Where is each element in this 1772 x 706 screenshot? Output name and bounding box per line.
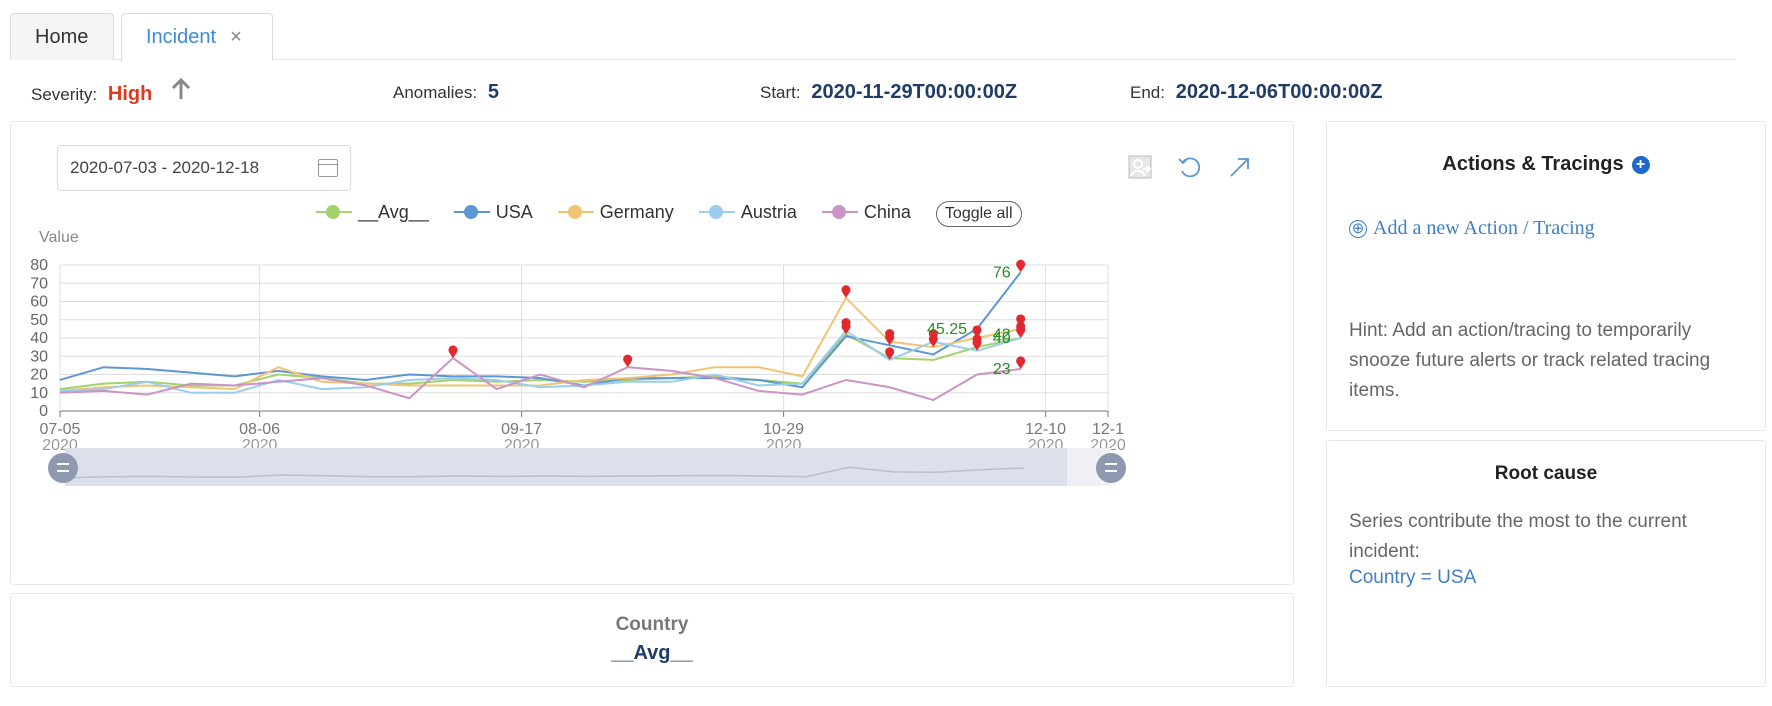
country-title: Country (615, 614, 689, 635)
hint-text: Hint: Add an action/tracing to temporari… (1349, 320, 1711, 401)
start-field: Start: 2020-11-29T00:00:00Z (760, 78, 1017, 106)
start-label: Start: (760, 83, 801, 102)
tab-incident-label: Incident (146, 26, 217, 48)
data-label: 23 (993, 361, 1011, 378)
y-tick-label: 40 (30, 330, 48, 347)
zoom-slider-track (65, 448, 1111, 486)
anomaly-marker (623, 354, 633, 368)
severity-field: Severity: High (31, 77, 191, 107)
add-action-label: Add a new Action / Tracing (1373, 217, 1595, 239)
severity-value: High (107, 83, 153, 105)
y-axis-title: Value (39, 229, 79, 246)
x-tick-label: 07-05 (40, 421, 81, 438)
chart-panel: 2020-07-03 - 2020-12-18 __Avg__ USA Germ… (10, 121, 1294, 585)
plus-circle-icon: ⊕ (1349, 220, 1367, 238)
root-cause-description: Series contribute the most to the curren… (1349, 511, 1687, 562)
severity-label: Severity: (31, 85, 98, 104)
y-tick-label: 30 (30, 348, 48, 365)
start-value: 2020-11-29T00:00:00Z (811, 81, 1018, 103)
tab-home[interactable]: Home (10, 13, 114, 60)
actions-panel: Actions & Tracings + ⊕ Add a new Action / … (1326, 121, 1766, 431)
anomaly-marker (1016, 325, 1026, 338)
y-tick-label: 50 (30, 312, 48, 329)
end-field: End: 2020-12-06T00:00:00Z (1130, 78, 1383, 106)
x-tick-label: 12-1 (1092, 421, 1124, 438)
y-tick-label: 20 (30, 367, 48, 384)
country-value: __Avg__ (611, 642, 693, 664)
anomaly-marker (1016, 259, 1026, 273)
country-panel: Country __Avg__ (10, 593, 1294, 687)
anomaly-marker (841, 285, 851, 298)
tab-home-label: Home (35, 26, 89, 48)
root-cause-link[interactable]: Country = USA (1349, 567, 1476, 589)
y-tick-label: 10 (30, 385, 48, 402)
end-label: End: (1130, 83, 1165, 102)
close-icon[interactable]: × (230, 26, 242, 48)
root-cause-panel: Root cause Series contribute the most to… (1326, 440, 1766, 687)
data-label: 42 (993, 326, 1011, 343)
y-tick-label: 70 (30, 275, 48, 292)
arrow-up-icon (171, 77, 191, 107)
zoom-slider-handle[interactable] (48, 453, 78, 483)
y-tick-label: 80 (30, 257, 48, 274)
anomaly-marker (1016, 356, 1026, 370)
anomalies-value: 5 (487, 81, 499, 103)
anomalies-field: Anomalies: 5 (393, 78, 499, 106)
anomaly-marker (885, 332, 895, 346)
series-line-germany (59, 296, 1021, 392)
x-tick-label: 09-17 (501, 421, 542, 438)
data-label: 76 (993, 264, 1011, 281)
tab-incident[interactable]: Incident × (121, 13, 273, 61)
zoom-slider-handle[interactable] (1096, 453, 1126, 483)
y-tick-label: 60 (30, 294, 48, 311)
anomalies-label: Anomalies: (393, 83, 478, 102)
data-label: 45.25 (927, 321, 967, 338)
end-value: 2020-12-06T00:00:00Z (1175, 81, 1383, 103)
tab-bar: Home Incident × (10, 12, 1736, 61)
line-chart: Value0102030405060708007-05202008-062020… (30, 229, 1126, 486)
actions-title: Actions & Tracings + (1327, 153, 1765, 176)
add-circle-icon[interactable]: + (1631, 155, 1650, 174)
y-tick-label: 0 (39, 403, 48, 420)
x-tick-label: 08-06 (239, 421, 280, 438)
x-tick-label: 12-10 (1025, 421, 1066, 438)
root-cause-title: Root cause (1494, 463, 1598, 484)
add-action-link[interactable]: ⊕ Add a new Action / Tracing (1349, 217, 1595, 240)
x-tick-label: 10-29 (763, 421, 804, 438)
